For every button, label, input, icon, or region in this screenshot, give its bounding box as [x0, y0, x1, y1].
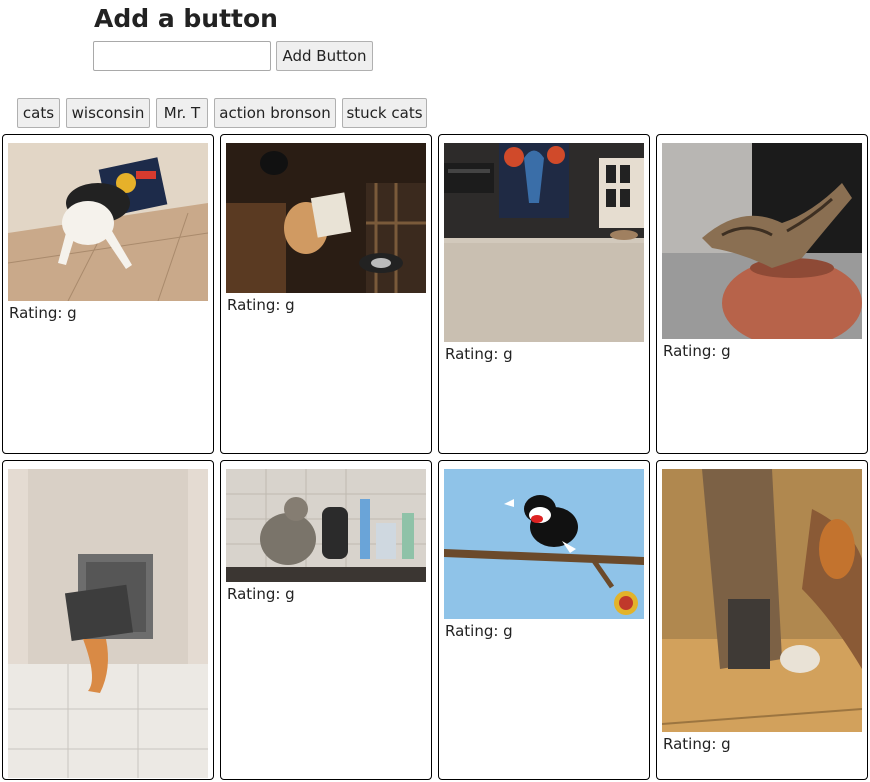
gif-image[interactable] [226, 469, 426, 582]
gif-rating: Rating: g [9, 304, 77, 322]
gif-card[interactable]: Rating: g [220, 460, 432, 780]
topic-button-stuck-cats[interactable]: stuck cats [342, 98, 427, 128]
gif-card[interactable] [2, 460, 214, 780]
gif-rating: Rating: g [445, 345, 513, 363]
gif-image[interactable] [662, 469, 862, 732]
gif-image[interactable] [444, 143, 644, 342]
gif-card[interactable]: Rating: g [2, 134, 214, 454]
gif-image[interactable] [8, 469, 208, 778]
gif-rating: Rating: g [663, 735, 731, 753]
topic-input[interactable] [93, 41, 271, 71]
topic-button-mr-t[interactable]: Mr. T [156, 98, 208, 128]
gif-card[interactable]: Rating: g [438, 134, 650, 454]
gif-card[interactable]: Rating: g [220, 134, 432, 454]
gif-rating: Rating: g [663, 342, 731, 360]
gif-card[interactable]: Rating: g [438, 460, 650, 780]
topic-button-action-bronson[interactable]: action bronson [214, 98, 336, 128]
page: Add a button Add Button cats wisconsin M… [0, 0, 870, 782]
gif-rating: Rating: g [227, 296, 295, 314]
gif-rating: Rating: g [227, 585, 295, 603]
gif-image[interactable] [444, 469, 644, 619]
gif-image[interactable] [226, 143, 426, 293]
gif-card[interactable]: Rating: g [656, 460, 868, 780]
add-button-button[interactable]: Add Button [276, 41, 373, 71]
topic-button-wisconsin[interactable]: wisconsin [66, 98, 150, 128]
gif-card[interactable]: Rating: g [656, 134, 868, 454]
topic-button-cats[interactable]: cats [17, 98, 60, 128]
gif-image[interactable] [662, 143, 862, 339]
gif-rating: Rating: g [445, 622, 513, 640]
page-title: Add a button [94, 4, 278, 33]
gif-image[interactable] [8, 143, 208, 301]
